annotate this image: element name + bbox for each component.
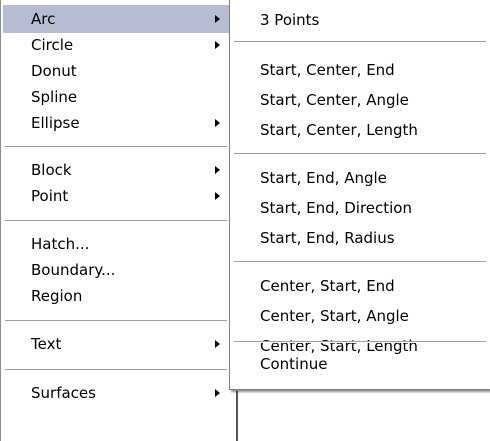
submenu-item-label: Start, End, Radius xyxy=(260,229,395,247)
menu-stage: Arc Circle Donut Spline Ellipse Block Po… xyxy=(0,0,490,441)
menu-item-label: Circle xyxy=(31,36,74,54)
submenu-arrow-icon xyxy=(215,166,220,174)
submenu-arrow-icon xyxy=(215,340,220,348)
menu-separator xyxy=(5,369,227,371)
menu-item-surfaces[interactable]: Surfaces xyxy=(3,379,229,407)
submenu-separator xyxy=(234,261,486,263)
arc-submenu: 3 Points Start, Center, End Start, Cente… xyxy=(229,0,490,390)
menu-item-text[interactable]: Text xyxy=(3,330,229,358)
submenu-item-label: Continue xyxy=(260,355,328,373)
submenu-item-start-center-angle[interactable]: Start, Center, Angle xyxy=(230,86,488,114)
menu-item-label: Point xyxy=(31,187,69,205)
menu-item-label: Surfaces xyxy=(31,384,96,402)
menu-item-region[interactable]: Region xyxy=(3,282,229,310)
menu-item-label: Donut xyxy=(31,62,77,80)
menu-item-label: Spline xyxy=(31,88,78,106)
menu-item-point[interactable]: Point xyxy=(3,182,229,210)
menu-item-circle[interactable]: Circle xyxy=(3,31,229,59)
submenu-separator xyxy=(234,341,486,343)
submenu-arrow-icon xyxy=(215,119,220,127)
menu-item-label: Region xyxy=(31,287,83,305)
submenu-arrow-icon xyxy=(215,41,220,49)
submenu-item-center-start-end[interactable]: Center, Start, End xyxy=(230,272,488,300)
menu-item-label: Arc xyxy=(31,10,56,28)
submenu-item-label: Start, End, Direction xyxy=(260,199,412,217)
submenu-item-label: Start, Center, Angle xyxy=(260,91,409,109)
menu-item-ellipse[interactable]: Ellipse xyxy=(3,109,229,137)
submenu-item-center-start-angle[interactable]: Center, Start, Angle xyxy=(230,302,488,330)
draw-menu: Arc Circle Donut Spline Ellipse Block Po… xyxy=(0,0,240,441)
submenu-item-label: Start, Center, End xyxy=(260,61,395,79)
submenu-arrow-icon xyxy=(215,192,220,200)
menu-item-arc[interactable]: Arc xyxy=(3,5,229,33)
submenu-item-label: 3 Points xyxy=(260,11,320,29)
submenu-separator xyxy=(234,41,486,43)
menu-item-label: Hatch... xyxy=(31,235,90,253)
submenu-item-start-end-direction[interactable]: Start, End, Direction xyxy=(230,194,488,222)
submenu-item-start-center-length[interactable]: Start, Center, Length xyxy=(230,116,488,144)
menu-item-label: Text xyxy=(31,335,62,353)
submenu-item-label: Start, Center, Length xyxy=(260,121,418,139)
submenu-arrow-icon xyxy=(215,15,220,23)
menu-item-boundary[interactable]: Boundary... xyxy=(3,256,229,284)
submenu-item-start-center-end[interactable]: Start, Center, End xyxy=(230,56,488,84)
menu-separator xyxy=(5,320,227,322)
menu-item-hatch[interactable]: Hatch... xyxy=(3,230,229,258)
submenu-item-start-end-angle[interactable]: Start, End, Angle xyxy=(230,164,488,192)
background-edge xyxy=(236,391,490,441)
menu-item-label: Block xyxy=(31,161,72,179)
submenu-bottom-area xyxy=(229,378,487,391)
menu-item-label: Boundary... xyxy=(31,261,116,279)
menu-item-label: Ellipse xyxy=(31,114,80,132)
submenu-item-label: Center, Start, End xyxy=(260,277,395,295)
submenu-arrow-icon xyxy=(215,389,220,397)
submenu-item-continue[interactable]: Continue xyxy=(230,350,488,378)
submenu-item-start-end-radius[interactable]: Start, End, Radius xyxy=(230,224,488,252)
submenu-separator xyxy=(234,153,486,155)
submenu-item-label: Start, End, Angle xyxy=(260,169,387,187)
submenu-item-label: Center, Start, Angle xyxy=(260,307,409,325)
menu-item-block[interactable]: Block xyxy=(3,156,229,184)
menu-item-donut[interactable]: Donut xyxy=(3,57,229,85)
menu-separator xyxy=(5,220,227,222)
menu-separator xyxy=(5,146,227,148)
submenu-item-3-points[interactable]: 3 Points xyxy=(230,6,488,34)
menu-item-spline[interactable]: Spline xyxy=(3,83,229,111)
